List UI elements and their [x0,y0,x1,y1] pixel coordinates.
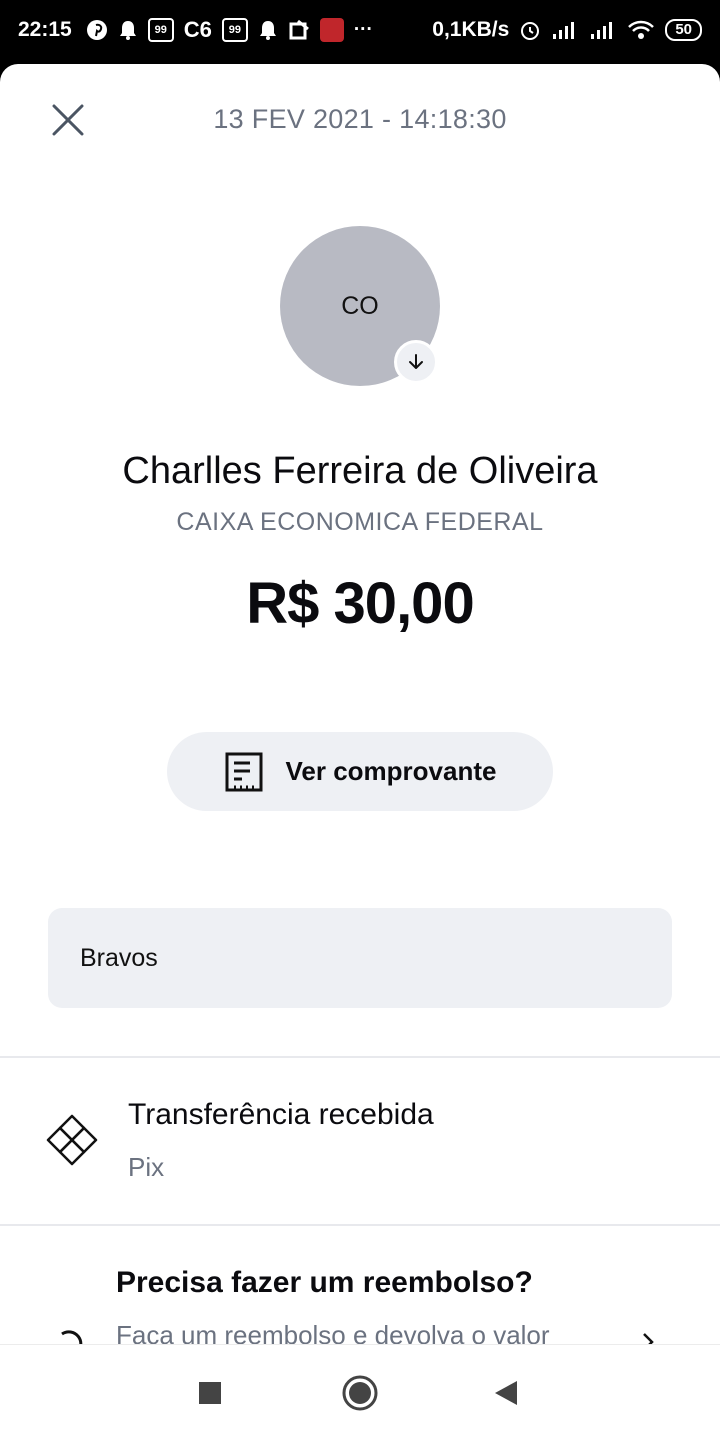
99food-icon-2: 99 [221,18,248,42]
notification-icons: 99 C6 99 ··· [86,17,373,43]
refund-title: Precisa fazer um reembolso? [116,1266,533,1299]
status-indicators: 0,1KB/s 50 [432,18,702,42]
signal-icon [551,20,579,40]
arrow-down-icon [409,354,423,369]
bell-icon [118,19,138,41]
c6-bank-icon: C6 [183,17,212,42]
chevron-right-icon [643,1333,654,1344]
refund-icon [61,1330,83,1344]
pix-icon [46,1114,98,1166]
bank-name: CAIXA ECONOMICA FEDERAL [176,508,544,536]
receipt-icon [225,752,262,791]
transaction-detail-sheet: 13 FEV 2021 - 14:18:30 CO Charlles Ferre… [0,64,720,1344]
network-speed: 0,1KB/s [432,18,510,41]
pinterest-icon [86,19,108,41]
status-time: 22:15 [18,18,72,41]
square-icon [199,1382,221,1404]
recents-button[interactable] [190,1373,230,1413]
transaction-amount: R$ 30,00 [246,571,474,636]
99food-icon: 99 [147,18,174,42]
view-receipt-label: Ver comprovante [285,756,497,786]
more-notifications-icon: ··· [353,19,373,40]
app-red-icon [319,18,344,42]
app-notification-icon [288,19,310,41]
circle-icon [342,1375,378,1411]
transaction-date: 13 FEV 2021 - 14:18:30 [213,104,507,134]
view-receipt-button[interactable]: Ver comprovante [167,732,553,811]
status-bar: 22:15 99 C6 99 ··· 0,1KB/s 50 [0,0,720,60]
bell-icon-2 [258,19,278,41]
wifi-icon [627,19,655,41]
transfer-message: Bravos [48,908,672,1008]
system-navigation-bar [0,1344,720,1440]
transaction-type: Transferência recebida [128,1098,434,1131]
alarm-icon [519,19,541,41]
contact-name: Charlles Ferreira de Oliveira [122,450,598,492]
refund-row[interactable]: Precisa fazer um reembolso? Faça um reem… [0,1226,720,1344]
divider [0,1056,720,1058]
home-button[interactable] [340,1373,380,1413]
back-button[interactable] [486,1373,526,1413]
incoming-arrow-badge [394,340,438,384]
refund-description: Faça um reembolso e devolva o valor [116,1320,550,1344]
signal-icon-2 [589,20,617,40]
triangle-back-icon [495,1381,517,1405]
avatar-initials: CO [341,291,379,320]
transaction-method: Pix [128,1152,165,1182]
battery-indicator: 50 [665,19,702,41]
